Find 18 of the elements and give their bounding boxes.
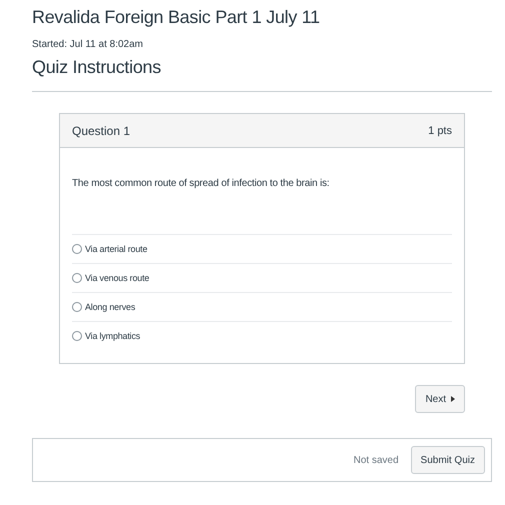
question-title: Question 1 [72, 124, 130, 138]
question-text: The most common route of spread of infection to the brain is: [72, 178, 330, 189]
radio-button[interactable] [72, 302, 82, 312]
answer-option[interactable]: Along nerves [72, 292, 452, 321]
answer-option[interactable]: Via arterial route [72, 234, 452, 263]
save-status: Not saved [354, 454, 399, 466]
radio-button[interactable] [72, 273, 82, 283]
question-points: 1 pts [428, 124, 452, 136]
quiz-title: Revalida Foreign Basic Part 1 July 11 [32, 6, 321, 29]
answer-option[interactable]: Via venous route [72, 263, 452, 292]
section-heading: Quiz Instructions [32, 56, 162, 79]
radio-button[interactable] [72, 244, 82, 254]
caret-icon [451, 396, 455, 402]
submit-quiz-button[interactable]: Submit Quiz [410, 446, 485, 474]
started-time: Started: Jul 11 at 8:02am [32, 39, 144, 50]
next-button[interactable]: Next [415, 385, 465, 413]
radio-button[interactable] [72, 331, 82, 341]
answer-option[interactable]: Via lymphatics [72, 321, 452, 350]
